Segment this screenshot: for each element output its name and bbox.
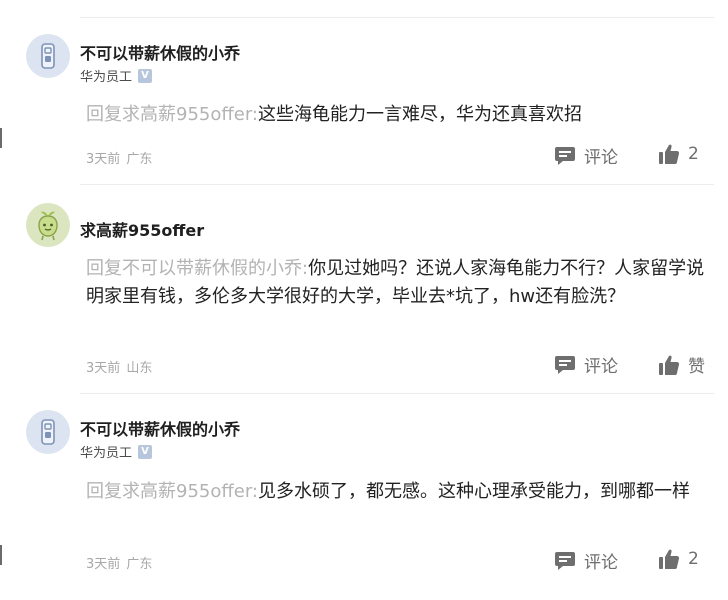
like-count: 2 (688, 549, 699, 569)
reply-prefix[interactable]: 回复求高薪955offer: (86, 104, 258, 125)
comment-text: 回复不可以带薪休假的小乔:你见过她吗？还说人家海龟能力不行？人家留学说明家里有钱… (86, 255, 708, 311)
comment-label: 评论 (584, 553, 618, 573)
usb-drive-icon (41, 419, 55, 445)
comment-time: 3天前 (86, 152, 121, 167)
role-label: 华为员工 (80, 70, 133, 85)
thumbs-up-icon (659, 549, 680, 569)
like-button[interactable]: 2 (658, 548, 699, 570)
thumbs-up-icon (659, 144, 680, 164)
comment-body: 见多水硕了，都无感。这种心理承受能力，到哪都一样 (258, 481, 690, 502)
avatar[interactable] (26, 410, 70, 454)
like-count: 2 (688, 144, 699, 164)
reply-prefix[interactable]: 回复求高薪955offer: (86, 481, 258, 502)
comment-label: 评论 (584, 148, 618, 168)
author-role: 华为员工 V (80, 442, 153, 461)
comment-location: 山东 (126, 361, 153, 376)
comment-meta: 3天前 广东 (86, 148, 152, 167)
comment-item: 不可以带薪休假的小乔 华为员工 V 回复求高薪955offer:这些海龟能力一言… (0, 0, 728, 185)
verified-badge: V (138, 444, 153, 459)
author-role: 华为员工 V (80, 66, 153, 85)
avatar[interactable] (26, 34, 70, 78)
comment-bubble-icon (555, 355, 575, 374)
comment-meta: 3天前 山东 (86, 357, 152, 376)
comment-item: 求高薪955offer 回复不可以带薪休假的小乔:你见过她吗？还说人家海龟能力不… (0, 185, 728, 395)
comment-button[interactable]: 评论 (554, 548, 618, 573)
comment-bubble-icon (555, 551, 575, 570)
author-name[interactable]: 不可以带薪休假的小乔 (80, 416, 240, 440)
comment-button[interactable]: 评论 (554, 143, 618, 168)
comment-body: 这些海龟能力一言难尽，华为还真喜欢招 (258, 104, 582, 125)
avatar[interactable] (26, 203, 70, 247)
comment-bubble-icon (555, 146, 575, 165)
comment-meta: 3天前 广东 (86, 553, 152, 572)
cartoon-sprout-icon (38, 211, 58, 241)
comment-label: 评论 (584, 357, 618, 377)
comment-button[interactable]: 评论 (554, 352, 618, 377)
like-label: 赞 (688, 357, 705, 377)
author-name[interactable]: 不可以带薪休假的小乔 (80, 40, 240, 64)
like-button[interactable]: 赞 (658, 352, 705, 377)
comment-text: 回复求高薪955offer:这些海龟能力一言难尽，华为还真喜欢招 (86, 101, 708, 129)
usb-drive-icon (41, 43, 55, 69)
thumbs-up-icon (659, 355, 680, 375)
comment-time: 3天前 (86, 361, 121, 376)
comment-location: 广东 (126, 557, 153, 572)
comment-item: 不可以带薪休假的小乔 华为员工 V 回复求高薪955offer:见多水硕了，都无… (0, 394, 728, 600)
comment-time: 3天前 (86, 557, 121, 572)
comment-location: 广东 (126, 152, 153, 167)
reply-prefix[interactable]: 回复不可以带薪休假的小乔: (86, 258, 308, 279)
comment-text: 回复求高薪955offer:见多水硕了，都无感。这种心理承受能力，到哪都一样 (86, 478, 708, 506)
like-button[interactable]: 2 (658, 143, 699, 165)
author-name[interactable]: 求高薪955offer (80, 217, 204, 241)
verified-badge: V (138, 68, 153, 83)
role-label: 华为员工 (80, 446, 133, 461)
